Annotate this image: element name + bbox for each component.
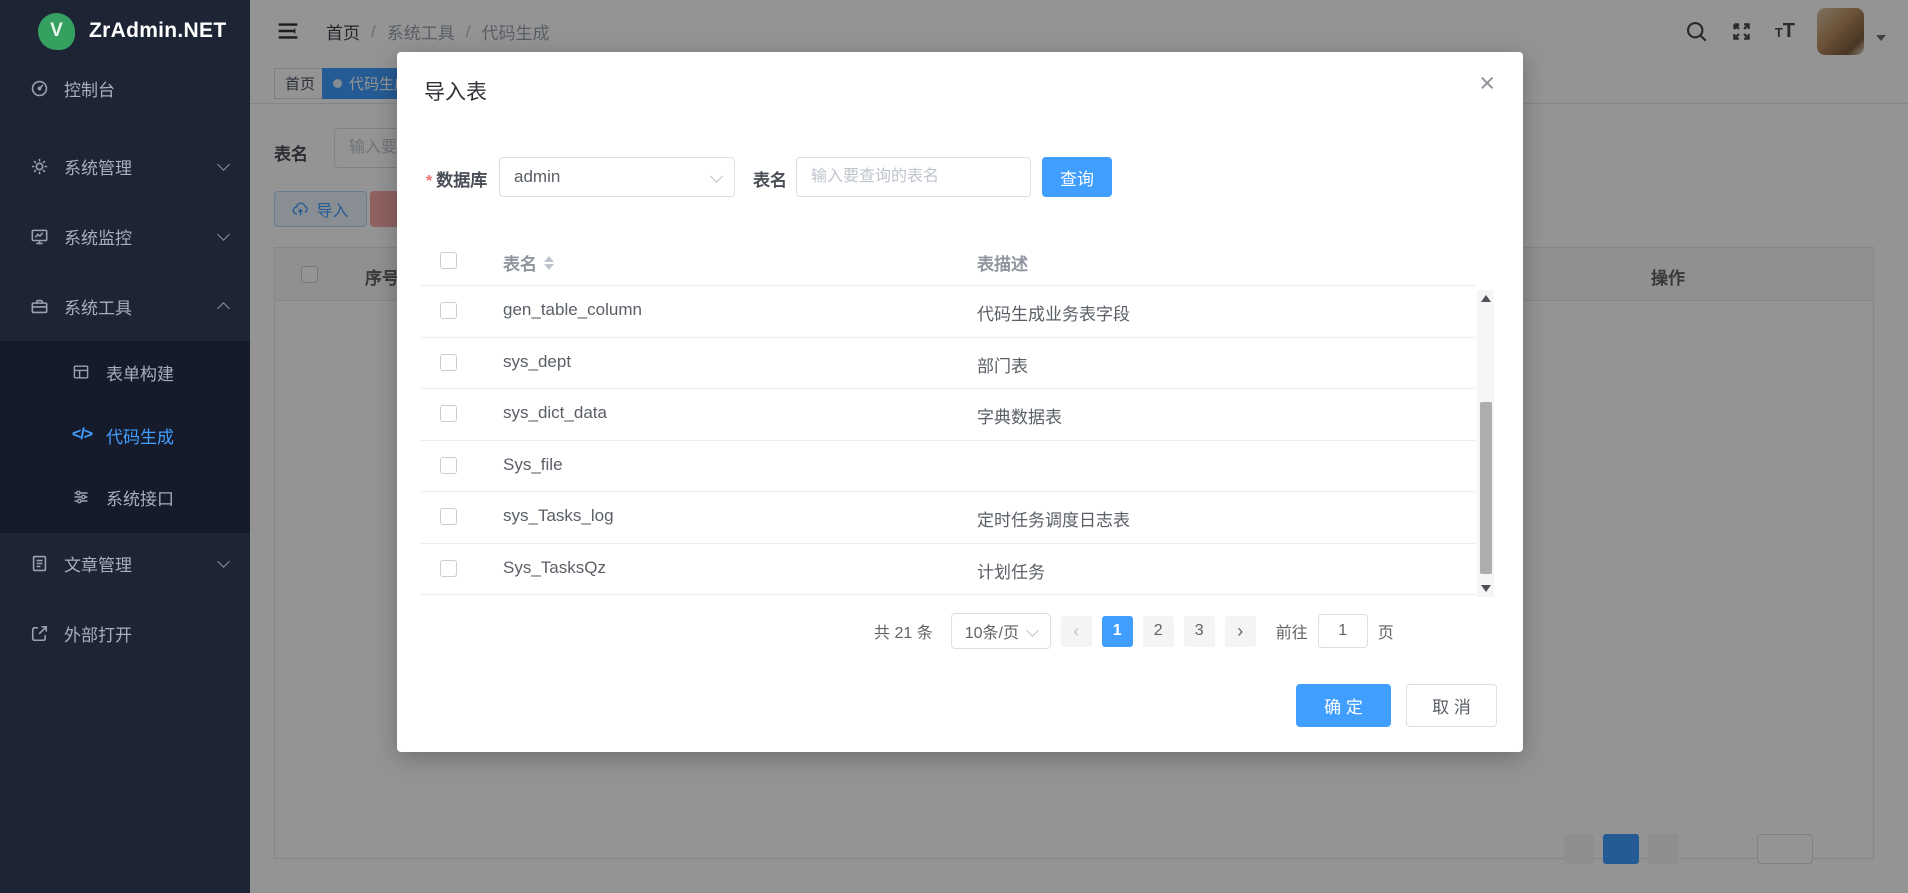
sidebar-item-code-generation[interactable]: </> 代码生成 — [0, 407, 250, 463]
chevron-up-icon — [217, 302, 230, 315]
monitor-icon — [30, 227, 49, 246]
row-checkbox[interactable] — [440, 405, 457, 422]
pagination-goto-unit: 页 — [1378, 619, 1394, 643]
pagination-page-1[interactable]: 1 — [1102, 616, 1133, 647]
external-link-icon — [30, 624, 49, 643]
sort-caret-icon[interactable] — [544, 256, 554, 270]
code-icon: </> — [72, 426, 92, 444]
import-table-modal: 导入表 × *数据库 admin 表名 查询 表名 表描述 gen_table_… — [397, 52, 1523, 752]
pagination-page-3[interactable]: 3 — [1184, 616, 1215, 647]
sidebar-item-system-api[interactable]: 系统接口 — [0, 469, 250, 525]
sidebar-item-label: 文章管理 — [64, 551, 132, 576]
table-row[interactable]: gen_table_column 代码生成业务表字段 — [420, 286, 1476, 338]
sidebar-item-label: 系统接口 — [106, 485, 174, 510]
close-icon[interactable]: × — [1479, 70, 1495, 97]
sidebar-item-label: 代码生成 — [106, 423, 174, 448]
table-row[interactable]: Sys_file — [420, 441, 1476, 493]
row-table-name: sys_dept — [503, 352, 571, 372]
confirm-button[interactable]: 确 定 — [1296, 684, 1391, 727]
scroll-down-arrow-icon[interactable] — [1481, 585, 1491, 592]
column-table-desc: 表描述 — [977, 250, 1028, 275]
row-checkbox[interactable] — [440, 508, 457, 525]
row-table-name: Sys_TasksQz — [503, 558, 606, 578]
pagination-next-button[interactable]: › — [1225, 616, 1256, 647]
table-scrollbar[interactable] — [1477, 290, 1494, 597]
pagination-goto-input[interactable] — [1318, 614, 1368, 648]
row-table-desc: 代码生成业务表字段 — [977, 300, 1130, 325]
database-select[interactable]: admin — [499, 157, 735, 197]
gear-icon — [30, 157, 49, 176]
row-checkbox[interactable] — [440, 302, 457, 319]
chevron-down-icon — [217, 158, 230, 171]
sidebar-item-system-tools[interactable]: 系统工具 — [0, 278, 250, 334]
document-icon — [30, 554, 49, 573]
page-size-select[interactable]: 10条/页 — [951, 613, 1051, 649]
app-screen: V ZrAdmin.NET 控制台 系统管理 系统监控 — [0, 0, 1908, 893]
column-table-name[interactable]: 表名 — [503, 250, 554, 275]
required-asterisk: * — [426, 173, 432, 190]
row-table-name: sys_dict_data — [503, 403, 607, 423]
pagination-prev-button[interactable]: ‹ — [1061, 616, 1092, 647]
chevron-down-icon — [217, 228, 230, 241]
sidebar-item-label: 系统监控 — [64, 224, 132, 249]
row-table-name: sys_Tasks_log — [503, 506, 614, 526]
sidebar: V ZrAdmin.NET 控制台 系统管理 系统监控 — [0, 0, 250, 893]
sidebar-item-external-open[interactable]: 外部打开 — [0, 605, 250, 661]
sidebar-item-form-builder[interactable]: 表单构建 — [0, 344, 250, 400]
row-table-desc: 字典数据表 — [977, 403, 1062, 428]
modal-table-body: gen_table_column 代码生成业务表字段 sys_dept 部门表 … — [420, 286, 1476, 595]
chevron-down-icon — [217, 555, 230, 568]
modal-pagination: 共 21 条 10条/页 ‹ 1 2 3 › 前往 页 — [874, 613, 1394, 649]
sidebar-item-label: 系统管理 — [64, 154, 132, 179]
select-all-checkbox[interactable] — [440, 252, 457, 269]
modal-table-name-label: 表名 — [753, 166, 787, 191]
sidebar-item-label: 控制台 — [64, 76, 115, 101]
row-table-desc: 计划任务 — [977, 558, 1045, 583]
row-table-desc: 定时任务调度日志表 — [977, 506, 1130, 531]
pagination-goto-label: 前往 — [1276, 619, 1308, 643]
page-size-value: 10条/页 — [965, 619, 1019, 643]
table-row[interactable]: sys_dict_data 字典数据表 — [420, 389, 1476, 441]
sliders-icon — [72, 488, 90, 506]
row-table-name: Sys_file — [503, 455, 563, 475]
modal-table-name-input[interactable] — [796, 157, 1031, 197]
logo-icon: V — [38, 13, 75, 50]
row-checkbox[interactable] — [440, 457, 457, 474]
pagination-total: 共 21 条 — [874, 619, 933, 643]
app-logo[interactable]: V ZrAdmin.NET — [0, 0, 250, 62]
sidebar-item-system-management[interactable]: 系统管理 — [0, 138, 250, 194]
table-row[interactable]: Sys_TasksQz 计划任务 — [420, 544, 1476, 596]
database-select-value: admin — [514, 167, 560, 187]
sidebar-item-dashboard[interactable]: 控制台 — [0, 60, 250, 116]
table-row[interactable]: sys_dept 部门表 — [420, 338, 1476, 390]
table-row[interactable]: sys_Tasks_log 定时任务调度日志表 — [420, 492, 1476, 544]
form-grid-icon — [72, 363, 90, 381]
row-checkbox[interactable] — [440, 560, 457, 577]
sidebar-item-article-management[interactable]: 文章管理 — [0, 535, 250, 591]
chevron-down-icon — [1026, 624, 1039, 637]
modal-title: 导入表 — [424, 76, 487, 106]
sidebar-item-label: 表单构建 — [106, 360, 174, 385]
query-button[interactable]: 查询 — [1042, 157, 1112, 197]
dashboard-icon — [30, 79, 49, 98]
app-title: ZrAdmin.NET — [89, 19, 226, 43]
pagination-page-2[interactable]: 2 — [1143, 616, 1174, 647]
scrollbar-thumb[interactable] — [1480, 402, 1492, 574]
database-label: *数据库 — [426, 166, 487, 191]
modal-form: *数据库 admin 表名 查询 — [397, 157, 1523, 197]
scroll-up-arrow-icon[interactable] — [1481, 295, 1491, 302]
row-checkbox[interactable] — [440, 354, 457, 371]
sidebar-item-label: 系统工具 — [64, 294, 132, 319]
row-table-name: gen_table_column — [503, 300, 642, 320]
row-table-desc: 部门表 — [977, 352, 1028, 377]
chevron-down-icon — [710, 170, 723, 183]
cancel-button[interactable]: 取 消 — [1406, 684, 1497, 727]
sidebar-item-system-monitor[interactable]: 系统监控 — [0, 208, 250, 264]
toolbox-icon — [30, 297, 49, 316]
sidebar-item-label: 外部打开 — [64, 621, 132, 646]
modal-table-header: 表名 表描述 — [420, 237, 1476, 286]
